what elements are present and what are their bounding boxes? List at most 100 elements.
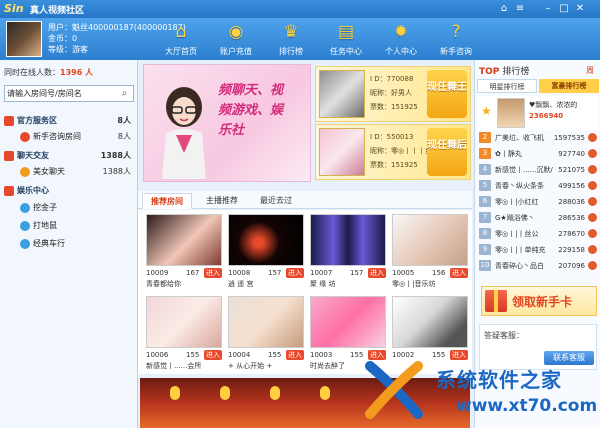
rank-row[interactable]: 2 广美垃、收飞机 1597535 (477, 131, 599, 145)
claim-newbie-card[interactable]: 领取新手卡 (481, 286, 597, 316)
tree-official-service[interactable]: 官方服务区 8人 (0, 113, 137, 129)
room-card[interactable]: 10008 157 进入 逍 遥 宫 (228, 212, 304, 290)
rank-row[interactable]: 3 ✿丨静丸 927740 (477, 147, 599, 161)
user-avatar[interactable] (6, 21, 42, 57)
medal-icon: ★ (481, 104, 492, 118)
watermark-title: 系统软件之家 (436, 368, 562, 392)
tree-game-whack-a-mole[interactable]: 打地鼠 (0, 218, 137, 234)
room-thumbnail (146, 214, 222, 266)
rank-first-avatar (497, 98, 525, 128)
nav-newbie-help[interactable]: ? 新手咨询 (431, 20, 481, 60)
room-search[interactable]: ⌕ (4, 85, 134, 102)
tab-rich-ranking[interactable]: 富豪排行榜 (539, 79, 599, 93)
online-count: 同时在线人数：1396 人 (4, 68, 94, 77)
room-name: 逍 遥 宫 (228, 280, 254, 288)
rank-row[interactable]: 7 G★飚浴佛丶 286536 (477, 211, 599, 225)
level-icon (588, 229, 597, 238)
question-icon: ? (451, 22, 461, 42)
rank-first-name: ♥飘飘、浓浓的 (529, 101, 578, 109)
game-icon (20, 221, 30, 231)
tree-entertainment[interactable]: 娱乐中心 (0, 183, 137, 199)
tasks-icon: ▤ (337, 22, 355, 42)
dance-queen-card[interactable]: I D：550013 昵称：零◎丨丨丨丝公 票数：151925 现任舞后 (315, 124, 471, 180)
room-id: 10006 (146, 351, 169, 359)
title-bar: Sin 真人视频社区 ⌂ ≡ – □ ✕ (0, 0, 600, 18)
rank-first[interactable]: ★ ♥飘飘、浓浓的 2366940 (477, 96, 599, 130)
enter-button[interactable]: 进入 (368, 268, 386, 278)
room-thumbnail (228, 214, 304, 266)
dance-queen-votes: 票数：151925 (370, 161, 418, 169)
dance-queen-badge: 现任舞后 (427, 128, 467, 176)
tree-beauty-chat[interactable]: 美女聊天 1388人 (0, 164, 137, 180)
nav-personal-center[interactable]: ✹ 个人中心 (376, 20, 426, 60)
rank-row[interactable]: 10 青春碎心丶品白 207096 (477, 259, 599, 273)
dance-king-votes: 票数：151925 (370, 103, 418, 111)
search-input[interactable] (7, 87, 115, 100)
rank-row[interactable]: 9 零◎丨|丨单纯充 229158 (477, 243, 599, 257)
folder-icon (4, 151, 14, 161)
enter-button[interactable]: 进入 (204, 350, 222, 360)
nav-recharge[interactable]: ◉ 账户充值 (211, 20, 261, 60)
room-name: 新感觉丨......会所 (146, 362, 202, 370)
tree-chat-friends[interactable]: 聊天交友 1388人 (0, 148, 137, 164)
promo-banner[interactable]: 频聊天、视 频游戏、娱 乐社 (143, 64, 311, 182)
dance-king-nick: 昵称：好男人 (370, 89, 412, 97)
room-card[interactable]: 10006 155 进入 新感觉丨......会所 (146, 294, 222, 372)
room-viewers: 155 (186, 351, 200, 359)
minimize-button[interactable]: – (540, 1, 556, 16)
banner-line-1: 频聊天、视 (218, 83, 284, 98)
tab-recently-visited[interactable]: 最近去过 (252, 193, 300, 209)
room-id: 10005 (392, 269, 415, 277)
service-label: 答疑客服： (484, 331, 524, 340)
user-level: 等级：游客 (48, 45, 88, 54)
nav-ranking[interactable]: ♛ 排行榜 (266, 20, 316, 60)
close-button[interactable]: ✕ (572, 1, 588, 16)
nav-lobby-home[interactable]: ⌂ 大厅首页 (156, 20, 206, 60)
room-viewers: 167 (186, 269, 200, 277)
tab-star-ranking[interactable]: 明星排行榜 (477, 79, 537, 93)
coins-icon: ◉ (228, 22, 244, 42)
room-id: 10004 (228, 351, 251, 359)
home-icon[interactable]: ⌂ (496, 1, 512, 16)
tree-game-gold-digging[interactable]: 挖金子 (0, 200, 137, 216)
room-card[interactable]: 10009 167 进入 青春都给你 (146, 212, 222, 290)
nav-task-center[interactable]: ▤ 任务中心 (321, 20, 371, 60)
banner-line-2: 频游戏、娱 (218, 103, 284, 118)
watermark-logo (365, 361, 423, 419)
enter-button[interactable]: 进入 (286, 350, 304, 360)
period-week[interactable]: 周 (586, 65, 594, 76)
maximize-button[interactable]: □ (556, 1, 572, 16)
tree-game-classic-cars[interactable]: 经典车行 (0, 236, 137, 252)
level-icon (588, 133, 597, 142)
dance-king-card[interactable]: I D：770088 昵称：好男人 票数：151925 现任舞王 (315, 66, 471, 122)
level-icon (588, 197, 597, 206)
game-icon (20, 239, 30, 249)
enter-button[interactable]: 进入 (286, 268, 304, 278)
dance-queen-id: I D：550013 (370, 133, 414, 141)
game-icon (20, 203, 30, 213)
tab-host-recommend[interactable]: 主播推荐 (198, 193, 246, 209)
room-name: 聚 缘 坊 (310, 280, 336, 288)
room-tabs: 推荐房间 主播推荐 最近去过 (138, 191, 472, 209)
room-card[interactable]: 10004 155 进入 + 从心开始 + (228, 294, 304, 372)
search-icon[interactable]: ⌕ (118, 87, 131, 100)
lantern-icon (220, 386, 230, 400)
menu-icon[interactable]: ≡ (512, 1, 528, 16)
room-card[interactable]: 10005 156 进入 零◎丨|音乐坊 (392, 212, 468, 290)
room-id: 10008 (228, 269, 251, 277)
tab-recommended-rooms[interactable]: 推荐房间 (142, 193, 192, 209)
rank-row[interactable]: 8 零◎丨|丨丝公 278670 (477, 227, 599, 241)
room-id: 10003 (310, 351, 333, 359)
rank-row[interactable]: 4 新感觉丨......沉默/521075 (477, 163, 599, 177)
room-card[interactable]: 10007 157 进入 聚 缘 坊 (310, 212, 386, 290)
rank-row[interactable]: 5 青春丶纵火条条 499156 (477, 179, 599, 193)
folder-icon (4, 116, 14, 126)
tree-newbie-room[interactable]: 新手咨询房间 8人 (0, 129, 137, 145)
rank-row[interactable]: 6 零◎丨|小红红 288036 (477, 195, 599, 209)
window-title: 真人视频社区 (30, 6, 85, 16)
room-thumbnail (146, 296, 222, 348)
enter-button[interactable]: 进入 (204, 268, 222, 278)
lantern-icon (320, 386, 330, 400)
enter-button[interactable]: 进入 (450, 268, 468, 278)
rank-first-score: 2366940 (529, 112, 564, 120)
